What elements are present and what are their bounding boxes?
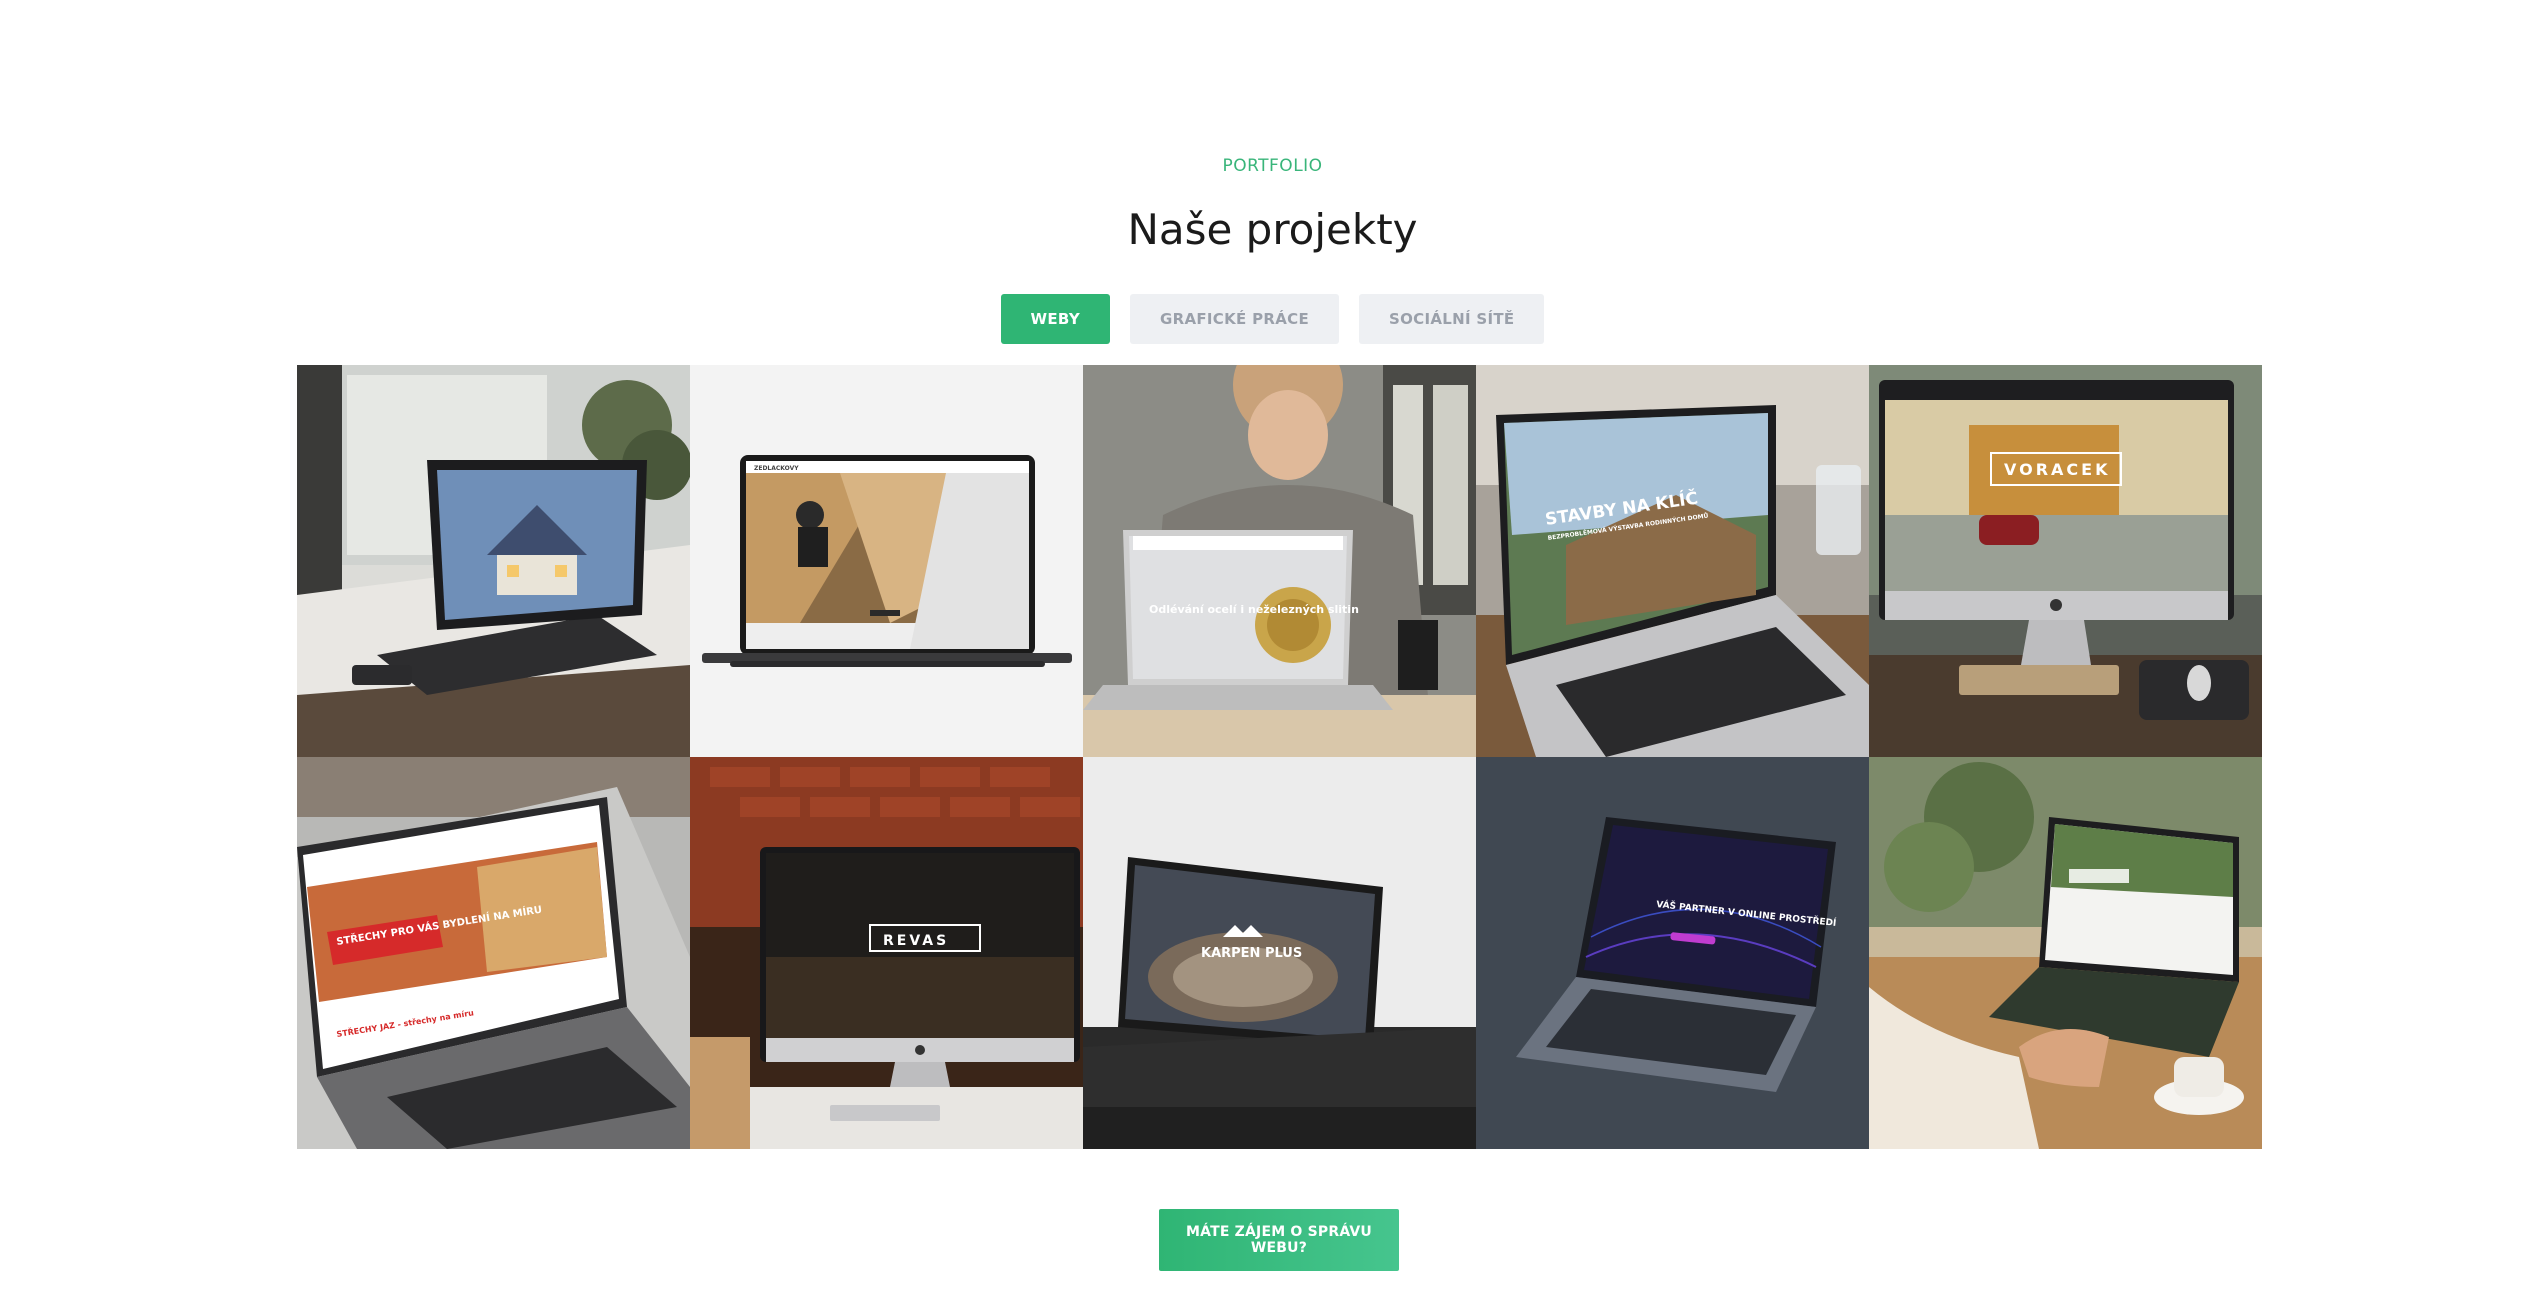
project-tile-house-laptop[interactable]	[297, 365, 690, 757]
project-image: REVAS	[690, 757, 1083, 1149]
project-image: VORACEK	[1869, 365, 2262, 757]
project-image: ZEDLACKOVY	[690, 365, 1083, 757]
filter-socialni-site[interactable]: SOCIÁLNÍ SÍTĚ	[1359, 294, 1545, 344]
roof-screen-logo: ZEDLACKOVY	[754, 465, 799, 472]
project-image: STŘECHY PRO VÁS BYDLENÍ NA MÍRU STŘECHY …	[297, 757, 690, 1149]
project-image: Odlévání ocelí i neželezných slitin	[1083, 365, 1476, 757]
cta-web-management-button[interactable]: MÁTE ZÁJEM O SPRÁVU WEBU?	[1159, 1209, 1399, 1271]
portfolio-grid: ZEDLACKOVY Odlévání ocelí i neželezných …	[297, 365, 2262, 1149]
project-tile-partner-laptop[interactable]: VÁŠ PARTNER V ONLINE PROSTŘEDÍ	[1476, 757, 1869, 1149]
portfolio-eyebrow: PORTFOLIO	[1222, 156, 1323, 176]
project-image: STAVBY NA KLÍČ BEZPROBLÉMOVÁ VÝSTAVBA RO…	[1476, 365, 1869, 757]
filter-tabs: WEBY GRAFICKÉ PRÁCE SOCIÁLNÍ SÍTĚ	[0, 294, 2545, 344]
project-image	[1869, 757, 2262, 1149]
project-tile-voracek-imac[interactable]: VORACEK	[1869, 365, 2262, 757]
revas-screen-text: REVAS	[883, 933, 949, 949]
project-tile-forest-laptop[interactable]	[1869, 757, 2262, 1149]
filter-weby[interactable]: WEBY	[1000, 294, 1110, 344]
project-tile-strechy-laptop[interactable]: STŘECHY PRO VÁS BYDLENÍ NA MÍRU STŘECHY …	[297, 757, 690, 1149]
voracek-screen-text: VORACEK	[2004, 460, 2110, 479]
filter-graficke-prace[interactable]: GRAFICKÉ PRÁCE	[1130, 294, 1340, 344]
karpen-screen-text: KARPEN PLUS	[1201, 946, 1302, 961]
project-image: VÁŠ PARTNER V ONLINE PROSTŘEDÍ	[1476, 757, 1869, 1149]
project-tile-karpen-laptop[interactable]: KARPEN PLUS	[1083, 757, 1476, 1149]
project-image	[297, 365, 690, 757]
project-tile-casting-laptop[interactable]: Odlévání ocelí i neželezných slitin	[1083, 365, 1476, 757]
project-tile-revas-imac[interactable]: REVAS	[690, 757, 1083, 1149]
project-image: KARPEN PLUS	[1083, 757, 1476, 1149]
project-tile-stavby-laptop[interactable]: STAVBY NA KLÍČ BEZPROBLÉMOVÁ VÝSTAVBA RO…	[1476, 365, 1869, 757]
casting-screen-text: Odlévání ocelí i neželezných slitin	[1149, 603, 1359, 616]
project-tile-roof-macbook[interactable]: ZEDLACKOVY	[690, 365, 1083, 757]
section-title: Naše projekty	[1127, 205, 1418, 254]
